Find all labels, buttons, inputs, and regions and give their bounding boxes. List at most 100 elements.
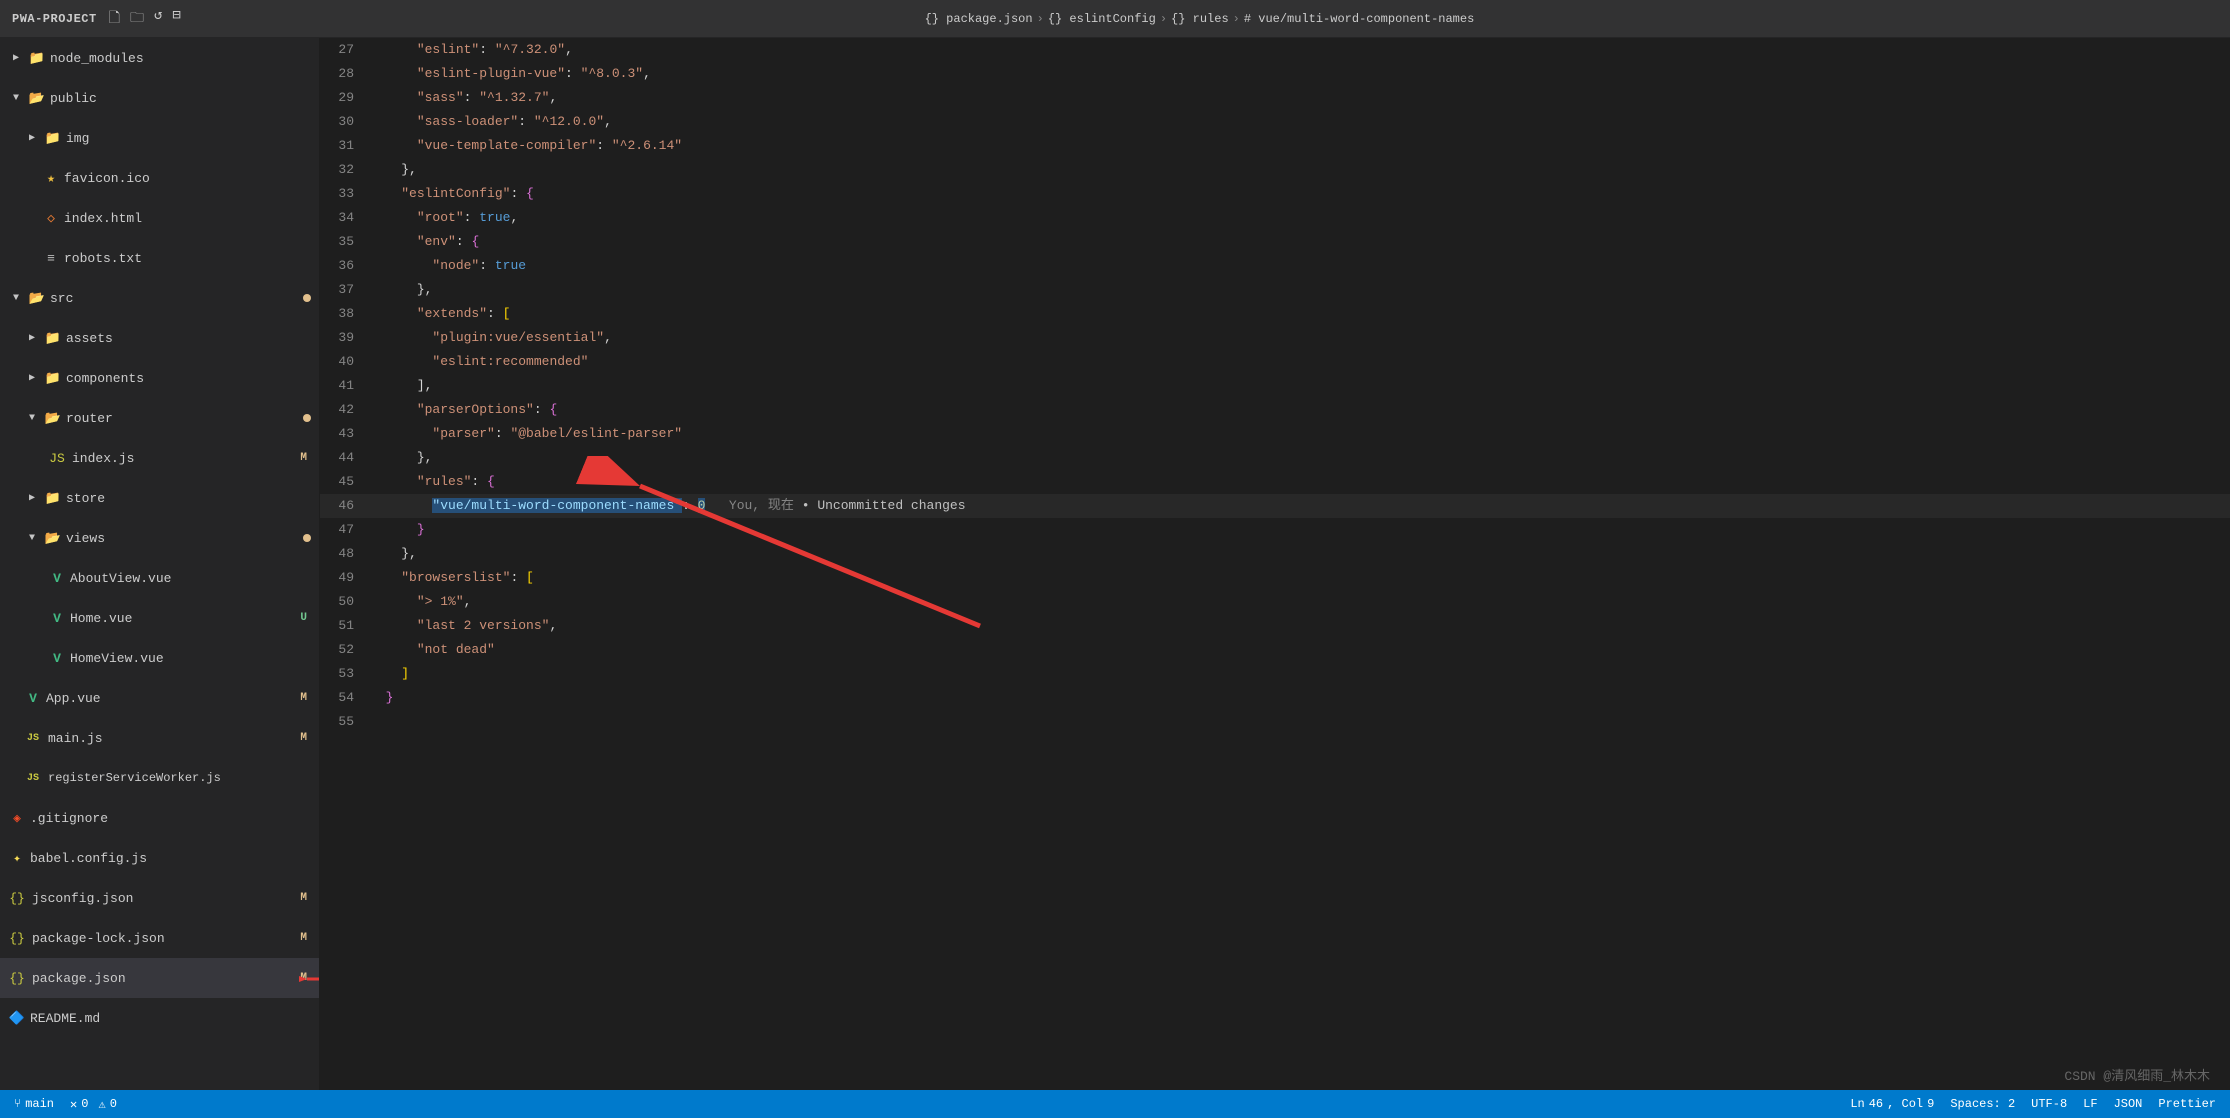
sidebar-item-mainjs[interactable]: JS main.js M xyxy=(0,718,319,758)
breadcrumb-package[interactable]: {} package.json xyxy=(925,12,1033,26)
line-code[interactable]: "env": { xyxy=(370,230,2230,254)
ln-value: 46 xyxy=(1869,1097,1883,1111)
collapse-icon[interactable]: ⊟ xyxy=(172,7,180,31)
line-code[interactable]: "vue/multi-word-component-names": 0 You,… xyxy=(370,494,2230,518)
line-number: 51 xyxy=(320,614,370,638)
sidebar-item-components[interactable]: ▶ 📁 components xyxy=(0,358,319,398)
line-code[interactable]: "plugin:vue/essential", xyxy=(370,326,2230,350)
sidebar-item-jsconfig[interactable]: {} jsconfig.json M xyxy=(0,878,319,918)
line-code[interactable]: ] xyxy=(370,662,2230,686)
sidebar-item-robots[interactable]: ≡ robots.txt xyxy=(0,238,319,278)
sidebar-item-homevue[interactable]: V Home.vue U xyxy=(0,598,319,638)
sidebar-item-index-html[interactable]: ◇ index.html xyxy=(0,198,319,238)
code-line-39: 39 "plugin:vue/essential", xyxy=(320,326,2230,350)
sidebar-item-babel[interactable]: ✦ babel.config.js xyxy=(0,838,319,878)
line-code[interactable]: "eslint": "^7.32.0", xyxy=(370,38,2230,62)
code-line-47: 47 } xyxy=(320,518,2230,542)
code-content[interactable]: 27 "eslint": "^7.32.0",28 "eslint-plugin… xyxy=(320,38,2230,1090)
sidebar-item-public[interactable]: ▼ 📂 public xyxy=(0,78,319,118)
code-line-33: 33 "eslintConfig": { xyxy=(320,182,2230,206)
line-code[interactable]: "eslintConfig": { xyxy=(370,182,2230,206)
language[interactable]: JSON xyxy=(2114,1097,2143,1111)
sidebar-item-package-lock[interactable]: {} package-lock.json M xyxy=(0,918,319,958)
sidebar-item-homeview[interactable]: V HomeView.vue xyxy=(0,638,319,678)
main-layout: ▶ 📁 node_modules ▼ 📂 public ▶ 📁 img ★ fa… xyxy=(0,38,2230,1090)
sidebar-label: assets xyxy=(66,331,113,346)
line-code[interactable]: "> 1%", xyxy=(370,590,2230,614)
code-line-41: 41 ], xyxy=(320,374,2230,398)
new-file-icon[interactable]: 🗋 xyxy=(109,7,120,31)
line-number: 49 xyxy=(320,566,370,590)
encoding[interactable]: UTF-8 xyxy=(2031,1097,2067,1111)
line-code[interactable]: "last 2 versions", xyxy=(370,614,2230,638)
git-branch[interactable]: ⑂ main xyxy=(14,1097,54,1111)
line-code[interactable]: "not dead" xyxy=(370,638,2230,662)
favicon-icon: ★ xyxy=(42,169,60,187)
line-code[interactable]: }, xyxy=(370,278,2230,302)
sidebar-item-appvue[interactable]: V App.vue M xyxy=(0,678,319,718)
line-code[interactable]: "sass-loader": "^12.0.0", xyxy=(370,110,2230,134)
error-icon: ✕ xyxy=(70,1097,77,1112)
line-code[interactable]: "parser": "@babel/eslint-parser" xyxy=(370,422,2230,446)
sidebar-item-register-sw[interactable]: JS registerServiceWorker.js xyxy=(0,758,319,798)
encoding-label: UTF-8 xyxy=(2031,1097,2067,1111)
refresh-icon[interactable]: ↺ xyxy=(154,7,162,31)
sidebar-item-package-json[interactable]: {} package.json M xyxy=(0,958,319,998)
line-code[interactable] xyxy=(370,710,2230,734)
line-code[interactable]: "parserOptions": { xyxy=(370,398,2230,422)
breadcrumb-eslintconfig[interactable]: {} eslintConfig xyxy=(1048,12,1156,26)
error-count[interactable]: ✕ 0 ⚠ 0 xyxy=(70,1097,117,1112)
code-line-50: 50 "> 1%", xyxy=(320,590,2230,614)
sidebar-item-gitignore[interactable]: ◈ .gitignore xyxy=(0,798,319,838)
eol[interactable]: LF xyxy=(2083,1097,2097,1111)
bottom-bar: ⑂ main ✕ 0 ⚠ 0 Ln 46 , Col 9 Spaces: 2 U… xyxy=(0,1090,2230,1118)
folder-icon: 📁 xyxy=(28,49,46,67)
chevron-right-icon: ▶ xyxy=(24,132,40,144)
line-code[interactable]: "eslint:recommended" xyxy=(370,350,2230,374)
line-number: 32 xyxy=(320,158,370,182)
chevron-down-icon: ▼ xyxy=(24,533,40,544)
sidebar-item-readme[interactable]: 🔷 README.md xyxy=(0,998,319,1038)
line-number: 30 xyxy=(320,110,370,134)
html-icon: ◇ xyxy=(42,209,60,227)
sidebar-label: Home.vue xyxy=(70,611,132,626)
sidebar-item-assets[interactable]: ▶ 📁 assets xyxy=(0,318,319,358)
line-code[interactable]: }, xyxy=(370,158,2230,182)
line-code[interactable]: "vue-template-compiler": "^2.6.14" xyxy=(370,134,2230,158)
folder-open-icon: 📂 xyxy=(28,89,46,107)
sidebar-item-router[interactable]: ▼ 📂 router xyxy=(0,398,319,438)
line-code[interactable]: } xyxy=(370,686,2230,710)
sidebar-label: jsconfig.json xyxy=(32,891,133,906)
code-line-31: 31 "vue-template-compiler": "^2.6.14" xyxy=(320,134,2230,158)
line-code[interactable]: "extends": [ xyxy=(370,302,2230,326)
language-label: JSON xyxy=(2114,1097,2143,1111)
breadcrumb: {} package.json › {} eslintConfig › {} r… xyxy=(181,12,2218,26)
sidebar-item-aboutview[interactable]: V AboutView.vue xyxy=(0,558,319,598)
sidebar-item-views[interactable]: ▼ 📂 views xyxy=(0,518,319,558)
line-code[interactable]: "sass": "^1.32.7", xyxy=(370,86,2230,110)
line-code[interactable]: "node": true xyxy=(370,254,2230,278)
line-code[interactable]: "rules": { xyxy=(370,470,2230,494)
spaces[interactable]: Spaces: 2 xyxy=(1950,1097,2015,1111)
breadcrumb-rules[interactable]: {} rules xyxy=(1171,12,1229,26)
js-icon: JS xyxy=(48,449,66,467)
sidebar-item-router-index[interactable]: JS index.js M xyxy=(0,438,319,478)
line-code[interactable]: "eslint-plugin-vue": "^8.0.3", xyxy=(370,62,2230,86)
sidebar: ▶ 📁 node_modules ▼ 📂 public ▶ 📁 img ★ fa… xyxy=(0,38,320,1090)
new-folder-icon[interactable]: 🗀 xyxy=(130,7,144,31)
sidebar-item-img[interactable]: ▶ 📁 img xyxy=(0,118,319,158)
sidebar-item-store[interactable]: ▶ 📁 store xyxy=(0,478,319,518)
sidebar-item-favicon[interactable]: ★ favicon.ico xyxy=(0,158,319,198)
line-code[interactable]: "browserslist": [ xyxy=(370,566,2230,590)
sidebar-item-node-modules[interactable]: ▶ 📁 node_modules xyxy=(0,38,319,78)
breadcrumb-rule-name[interactable]: # vue/multi-word-component-names xyxy=(1244,12,1474,26)
warning-icon: ⚠ xyxy=(98,1097,105,1112)
line-code[interactable]: }, xyxy=(370,542,2230,566)
code-line-45: 45 "rules": { xyxy=(320,470,2230,494)
sidebar-item-src[interactable]: ▼ 📂 src xyxy=(0,278,319,318)
line-code[interactable]: "root": true, xyxy=(370,206,2230,230)
line-code[interactable]: ], xyxy=(370,374,2230,398)
prettier[interactable]: Prettier xyxy=(2158,1097,2216,1111)
line-code[interactable]: }, xyxy=(370,446,2230,470)
line-code[interactable]: } xyxy=(370,518,2230,542)
